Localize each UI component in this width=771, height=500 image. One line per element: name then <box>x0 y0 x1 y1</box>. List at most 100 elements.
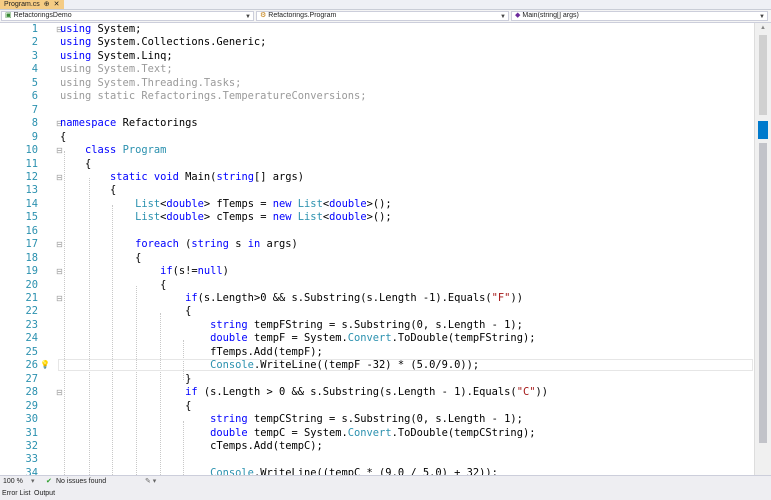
class-selector[interactable]: ⚙ Refactorings.Program ▼ <box>256 11 509 21</box>
code-text: using static Refactorings.TemperatureCon… <box>60 90 367 103</box>
code-line[interactable]: 8 ⊟ namespace Refactorings <box>0 117 755 131</box>
code-line[interactable]: 26 Console.WriteLine((tempF -32) * (5.0/… <box>0 359 755 373</box>
scroll-up-icon[interactable]: ▲ <box>755 23 771 33</box>
line-number: 26 <box>25 359 38 372</box>
tab-label: Program.cs <box>4 1 40 8</box>
line-number: 14 <box>25 197 38 210</box>
code-line[interactable]: 1 ⊟ using System; <box>0 23 755 37</box>
code-text: double tempC = System.Convert.ToDouble(t… <box>210 426 536 439</box>
chevron-down-icon: ▼ <box>759 14 765 20</box>
close-icon[interactable]: ✕ <box>54 0 60 9</box>
code-text: using System.Collections.Generic; <box>60 36 267 49</box>
line-number: 7 <box>31 103 38 116</box>
member-selector[interactable]: ◆ Main(string[] args) ▼ <box>511 11 768 21</box>
issues-status[interactable]: No issues found <box>56 476 106 488</box>
code-line[interactable]: 31 double tempC = System.Convert.ToDoubl… <box>0 427 755 441</box>
code-line[interactable]: 11 { <box>0 158 755 172</box>
line-number: 13 <box>25 184 38 197</box>
code-line[interactable]: 27 } <box>0 373 755 387</box>
code-line[interactable]: 19 ⊟ if(s!=null) <box>0 265 755 279</box>
line-number: 10 <box>25 144 38 157</box>
member-selector-label: Main(string[] args) <box>522 12 579 19</box>
code-line[interactable]: 16 <box>0 225 755 239</box>
code-line[interactable]: 25 fTemps.Add(tempF); <box>0 346 755 360</box>
line-number: 31 <box>25 426 38 439</box>
code-line[interactable]: 7 <box>0 104 755 118</box>
code-line[interactable]: 3 using System.Linq; <box>0 50 755 64</box>
code-line[interactable]: 24 double tempF = System.Convert.ToDoubl… <box>0 332 755 346</box>
csharp-project-icon: ▣ <box>5 12 12 19</box>
scrollbar-thumb[interactable] <box>759 143 767 443</box>
line-number: 29 <box>25 399 38 412</box>
line-number: 17 <box>25 238 38 251</box>
code-line[interactable]: 22 { <box>0 305 755 319</box>
code-line[interactable]: 15 List<double> cTemps = new List<double… <box>0 211 755 225</box>
code-line[interactable]: 32 cTemps.Add(tempC); <box>0 440 755 454</box>
document-tab-bar: Program.cs ⊕ ✕ <box>0 0 771 10</box>
code-text: foreach (string s in args) <box>135 238 298 251</box>
code-text: static void Main(string[] args) <box>110 170 305 183</box>
line-number: 2 <box>31 36 38 49</box>
line-number: 19 <box>25 265 38 278</box>
code-line[interactable]: 5 using System.Threading.Tasks; <box>0 77 755 91</box>
code-text: { <box>60 305 192 318</box>
code-line[interactable]: 28 ⊟ if (s.Length > 0 && s.Substring(s.Le… <box>0 386 755 400</box>
chevron-down-icon: ▼ <box>245 14 251 20</box>
vertical-scrollbar[interactable]: ▲ <box>754 23 771 475</box>
line-number: 3 <box>31 49 38 62</box>
code-text: { <box>60 157 92 170</box>
code-line[interactable]: 17 ⊟ foreach (string s in args) <box>0 238 755 252</box>
code-line[interactable]: 29 { <box>0 400 755 414</box>
code-line[interactable]: 13 { <box>0 184 755 198</box>
tab-error-list[interactable]: Error List <box>2 488 30 500</box>
code-line[interactable]: 9{ <box>0 131 755 145</box>
line-number: 12 <box>25 170 38 183</box>
editor-status-bar: 100 % ▾ ✔ No issues found ✎ ▾ <box>0 475 771 488</box>
code-text: using System.Text; <box>60 63 173 76</box>
code-line[interactable]: 33 <box>0 453 755 467</box>
code-line[interactable]: 20 { <box>0 279 755 293</box>
code-line[interactable]: 10 ⊟ class Program <box>0 144 755 158</box>
code-line[interactable]: 14 List<double> fTemps = new List<double… <box>0 198 755 212</box>
code-text: } <box>60 372 192 385</box>
code-line[interactable]: 2 using System.Collections.Generic; <box>0 36 755 50</box>
scrollbar-viewport-marker <box>758 121 768 139</box>
code-text: using System.Threading.Tasks; <box>60 76 242 89</box>
project-selector[interactable]: ▣ RefactoringsDemo ▼ <box>1 11 254 21</box>
chevron-down-icon[interactable]: ▾ <box>31 476 35 488</box>
code-text: string tempFString = s.Substring(0, s.Le… <box>210 318 523 331</box>
code-line[interactable]: 18 { <box>0 252 755 266</box>
code-text: Console.WriteLine((tempC * (9.0 / 5.0) +… <box>210 466 498 475</box>
code-text: if(s!=null) <box>160 265 229 278</box>
code-line[interactable]: 4 using System.Text; <box>0 63 755 77</box>
code-editor[interactable]: 💡 1 ⊟ using System; 2 using System.Collectio… <box>0 23 755 475</box>
brush-icon[interactable]: ✎ ▾ <box>145 476 156 488</box>
code-line[interactable]: 6 using static Refactorings.TemperatureCo… <box>0 90 755 104</box>
line-number: 9 <box>31 130 38 143</box>
line-number: 16 <box>25 224 38 237</box>
code-line[interactable]: 30 string tempCString = s.Substring(0, s… <box>0 413 755 427</box>
line-number: 18 <box>25 251 38 264</box>
code-text: using System; <box>60 23 142 35</box>
code-line[interactable]: 23 string tempFString = s.Substring(0, s… <box>0 319 755 333</box>
line-number: 21 <box>25 292 38 304</box>
tab-output[interactable]: Output <box>34 488 55 500</box>
code-line[interactable]: 34 Console.WriteLine((tempC * (9.0 / 5.0… <box>0 467 755 475</box>
line-number: 30 <box>25 413 38 426</box>
line-number: 8 <box>31 117 38 130</box>
code-text: using System.Linq; <box>60 49 173 62</box>
code-text: { <box>60 184 117 197</box>
code-line[interactable]: 21 ⊟ if(s.Length>0 && s.Substring(s.Lengt… <box>0 292 755 306</box>
chevron-down-icon: ▼ <box>500 14 506 20</box>
line-number: 6 <box>31 90 38 103</box>
line-number: 5 <box>31 76 38 89</box>
line-number: 25 <box>25 345 38 358</box>
line-number: 32 <box>25 439 38 452</box>
pin-icon[interactable]: ⊕ <box>44 0 50 9</box>
zoom-level[interactable]: 100 % <box>3 476 23 488</box>
line-number: 23 <box>25 318 38 331</box>
code-line[interactable]: 12 ⊟ static void Main(string[] args) <box>0 171 755 185</box>
tab-program-cs[interactable]: Program.cs ⊕ ✕ <box>0 0 64 9</box>
line-number: 33 <box>25 453 38 466</box>
code-text: { <box>60 251 142 264</box>
